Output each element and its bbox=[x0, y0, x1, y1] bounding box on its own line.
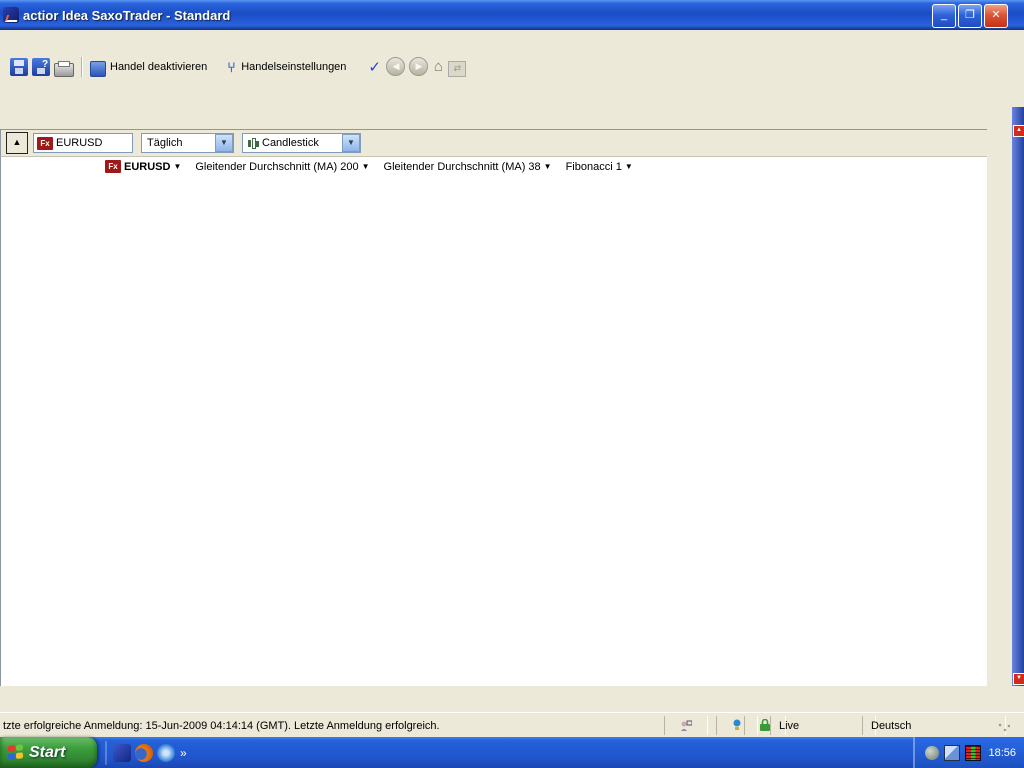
toolbar-separator bbox=[81, 57, 83, 77]
user-status-cell bbox=[664, 716, 708, 735]
save-icon[interactable] bbox=[10, 58, 28, 76]
legend-ma200-label: Gleitender Durchschnitt (MA) 200 bbox=[195, 161, 358, 173]
chart-canvas[interactable] bbox=[1, 157, 1014, 686]
quicklaunch-separator bbox=[105, 741, 107, 765]
legend-fibonacci[interactable]: Fibonacci 1 ▼ bbox=[566, 161, 633, 173]
right-sidebar bbox=[987, 107, 1012, 686]
right-scrollbar[interactable]: ▲ ▼ bbox=[1012, 107, 1024, 690]
chevron-down-icon[interactable]: ▼ bbox=[342, 134, 360, 152]
chart-legend: Fx EURUSD ▼ Gleitender Durchschnitt (MA)… bbox=[105, 160, 633, 173]
confirm-icon[interactable]: ✓ bbox=[368, 58, 384, 76]
scroll-up-icon[interactable]: ▲ bbox=[1013, 125, 1024, 137]
back-button[interactable]: ◀ bbox=[386, 57, 405, 76]
home-button[interactable]: ⌂ bbox=[430, 58, 446, 75]
workspace-tab-bar bbox=[0, 80, 1024, 108]
windows-logo-icon bbox=[8, 744, 24, 761]
menu-bar bbox=[0, 30, 1024, 54]
chevron-down-icon[interactable]: ▼ bbox=[362, 162, 370, 171]
quicklaunch-app-icon[interactable] bbox=[113, 744, 131, 762]
minimize-button[interactable]: _ bbox=[932, 4, 956, 28]
legend-ma200[interactable]: Gleitender Durchschnitt (MA) 200 ▼ bbox=[195, 161, 369, 173]
legend-instrument[interactable]: Fx EURUSD ▼ bbox=[105, 160, 181, 173]
chevron-down-icon[interactable]: ▼ bbox=[625, 162, 633, 171]
period-value: Täglich bbox=[147, 137, 182, 149]
taskbar: Start » 18:56 bbox=[0, 737, 1024, 768]
forward-button[interactable]: ▶ bbox=[409, 57, 428, 76]
chart-panel[interactable]: Fx EURUSD ▼ Gleitender Durchschnitt (MA)… bbox=[0, 157, 1013, 686]
news-ticker-tab-bar bbox=[0, 690, 1024, 712]
quicklaunch-ie-icon[interactable] bbox=[157, 744, 175, 762]
print-icon[interactable] bbox=[54, 63, 74, 77]
maximize-button[interactable]: ❐ bbox=[958, 4, 982, 28]
instrument-value: EURUSD bbox=[56, 137, 102, 149]
saxotrader-window: actior Idea SaxoTrader - Standard _ ❐ ✕ … bbox=[0, 0, 1024, 768]
language-label: Deutsch bbox=[862, 716, 1006, 735]
instrument-field[interactable]: Fx EURUSD bbox=[33, 133, 133, 153]
trade-settings-label[interactable]: Handelseinstellungen bbox=[241, 61, 346, 73]
taskbar-clock: 18:56 bbox=[988, 747, 1016, 759]
chevron-down-icon[interactable]: ▼ bbox=[544, 162, 552, 171]
fx-icon: Fx bbox=[37, 137, 53, 150]
chart-type-dropdown[interactable]: Candlestick ▼ bbox=[242, 133, 361, 153]
chevron-down-icon[interactable]: ▼ bbox=[215, 134, 233, 152]
status-message: tzte erfolgreiche Anmeldung: 15-Jun-2009… bbox=[3, 720, 440, 732]
scroll-down-icon[interactable]: ▼ bbox=[1013, 673, 1024, 685]
chart-toolbar: ▲ Fx EURUSD Täglich ▼ Candlestick ▼ bbox=[0, 129, 1013, 157]
fx-icon: Fx bbox=[105, 160, 121, 173]
refresh-button[interactable]: ⇄ bbox=[448, 61, 466, 77]
app-icon bbox=[3, 7, 19, 23]
collapse-toolbar-button[interactable]: ▲ bbox=[6, 132, 28, 154]
legend-symbol: EURUSD bbox=[124, 161, 170, 173]
chart-tab-bar bbox=[0, 107, 1013, 129]
title-bar: actior Idea SaxoTrader - Standard _ ❐ ✕ bbox=[0, 0, 1024, 30]
period-dropdown[interactable]: Täglich ▼ bbox=[141, 133, 234, 153]
save-as-icon[interactable] bbox=[32, 58, 50, 76]
candlestick-icon bbox=[248, 137, 258, 149]
legend-ma38[interactable]: Gleitender Durchschnitt (MA) 38 ▼ bbox=[384, 161, 552, 173]
quicklaunch-overflow-icon[interactable]: » bbox=[180, 746, 187, 760]
environment-label: Live bbox=[770, 716, 876, 735]
quicklaunch-firefox-icon[interactable] bbox=[135, 744, 153, 762]
window-title: actior Idea SaxoTrader - Standard bbox=[23, 8, 230, 23]
start-label: Start bbox=[29, 744, 65, 762]
system-tray: 18:56 bbox=[913, 737, 1024, 768]
main-toolbar: Handel deaktivieren ⑂ Handelseinstellung… bbox=[0, 53, 1024, 81]
trade-disable-icon[interactable] bbox=[90, 61, 106, 77]
tray-network-icon[interactable] bbox=[944, 745, 960, 761]
close-button[interactable]: ✕ bbox=[984, 4, 1008, 28]
person-icon bbox=[680, 720, 692, 732]
trade-disable-label[interactable]: Handel deaktivieren bbox=[110, 61, 207, 73]
legend-fib-label: Fibonacci 1 bbox=[566, 161, 622, 173]
legend-ma38-label: Gleitender Durchschnitt (MA) 38 bbox=[384, 161, 541, 173]
chart-type-value: Candlestick bbox=[262, 137, 319, 149]
status-bar: tzte erfolgreiche Anmeldung: 15-Jun-2009… bbox=[0, 712, 1024, 738]
tray-connection-icon[interactable] bbox=[965, 745, 981, 761]
tray-update-icon[interactable] bbox=[925, 746, 939, 760]
chevron-down-icon[interactable]: ▼ bbox=[173, 162, 181, 171]
trade-settings-icon[interactable]: ⑂ bbox=[227, 59, 239, 75]
start-button[interactable]: Start bbox=[0, 737, 97, 768]
network-icon bbox=[730, 719, 744, 732]
resize-grip[interactable] bbox=[998, 723, 1010, 735]
